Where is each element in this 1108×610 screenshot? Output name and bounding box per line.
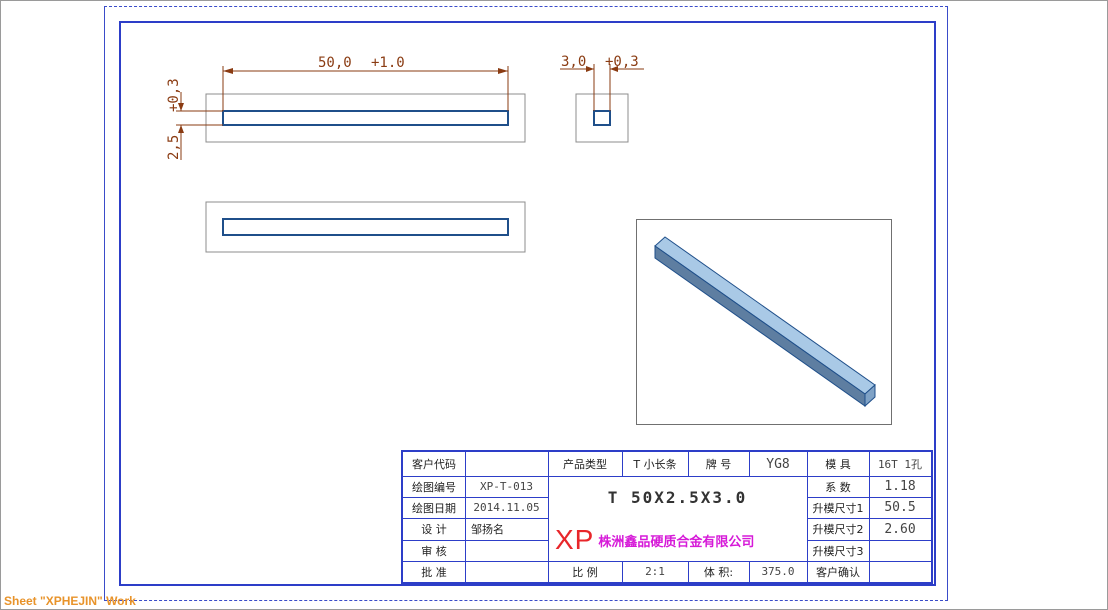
scale-value: 2:1 bbox=[645, 565, 665, 578]
scale-label: 比 例 bbox=[572, 565, 598, 579]
volume-label: 体 积: bbox=[703, 565, 734, 579]
length-dim-value: 50,0 bbox=[318, 55, 352, 71]
sheet-tab[interactable]: Sheet "XPHEJIN" Work bbox=[4, 594, 136, 608]
logo-mark: XP bbox=[555, 524, 595, 555]
mold-size-2-label: 升模尺寸2 bbox=[812, 523, 864, 536]
drawing-date-value: 2014.11.05 bbox=[473, 501, 540, 514]
customer-confirm-value bbox=[869, 561, 931, 582]
approve-value bbox=[465, 561, 548, 582]
isometric-part bbox=[654, 236, 876, 408]
side-view-part bbox=[593, 110, 611, 126]
product-type-label: 产品类型 bbox=[563, 458, 607, 471]
coefficient-value: 1.18 bbox=[884, 479, 916, 494]
customer-confirm-label: 客户确认 bbox=[816, 565, 860, 579]
part-side-face bbox=[654, 245, 866, 407]
mold-size-3-label: 升模尺寸3 bbox=[812, 544, 864, 558]
width-dim-tolerance: +0,3 bbox=[605, 54, 639, 70]
company-name: 株洲鑫品硬质合金有限公司 bbox=[598, 534, 755, 550]
thickness-dimension: 2,5 +0,3 bbox=[166, 78, 223, 160]
front-view-box bbox=[205, 93, 526, 143]
design-value: 邹扬名 bbox=[471, 523, 504, 536]
mold-value: 16T 1孔 bbox=[877, 458, 923, 471]
side-view-box bbox=[575, 93, 629, 143]
thickness-dim-value: 2,5 bbox=[166, 135, 182, 160]
front-view bbox=[205, 93, 526, 143]
mold-label: 模 具 bbox=[825, 458, 851, 471]
title-block: 客户代码 绘图编号 XP-T-013 绘图日期 2014.11.05 设 计 邹… bbox=[401, 450, 933, 584]
grade-label: 牌 号 bbox=[705, 458, 732, 471]
width-dimension: 3,0 +0,3 bbox=[560, 54, 644, 111]
mold-size-2-value: 2.60 bbox=[884, 521, 916, 537]
length-dimension: 50,0 +1.0 bbox=[222, 55, 509, 111]
top-view bbox=[205, 201, 526, 253]
top-view-part bbox=[222, 218, 509, 236]
coefficient-label: 系 数 bbox=[825, 480, 851, 494]
isometric-view bbox=[636, 219, 892, 425]
top-view-box bbox=[205, 201, 526, 253]
review-label: 审 核 bbox=[421, 544, 447, 558]
drawing-no-value: XP-T-013 bbox=[480, 480, 533, 493]
side-view bbox=[575, 93, 629, 143]
part-spec: T 50X2.5X3.0 bbox=[607, 487, 748, 507]
product-type-value: T 小长条 bbox=[633, 458, 677, 471]
part-top-face bbox=[654, 236, 876, 395]
review-value bbox=[465, 540, 548, 561]
thickness-dim-tolerance: +0,3 bbox=[166, 78, 182, 112]
front-view-part bbox=[222, 110, 509, 126]
grade-value: YG8 bbox=[766, 456, 790, 472]
drawing-date-label: 绘图日期 bbox=[412, 501, 456, 515]
drawing-no-label: 绘图编号 bbox=[412, 480, 456, 494]
mold-size-1-label: 升模尺寸1 bbox=[812, 501, 864, 515]
customer-code-value bbox=[465, 452, 548, 476]
mold-size-1-value: 50.5 bbox=[884, 500, 916, 515]
design-label: 设 计 bbox=[421, 523, 447, 536]
mold-size-3-value bbox=[869, 540, 931, 561]
customer-code-label: 客户代码 bbox=[412, 458, 456, 471]
approve-label: 批 准 bbox=[421, 565, 447, 579]
length-dim-tolerance: +1.0 bbox=[371, 55, 405, 71]
width-dim-value: 3,0 bbox=[561, 54, 586, 70]
volume-value: 375.0 bbox=[761, 565, 795, 578]
company-logo: XP 株洲鑫品硬质合金有限公司 bbox=[555, 520, 754, 560]
